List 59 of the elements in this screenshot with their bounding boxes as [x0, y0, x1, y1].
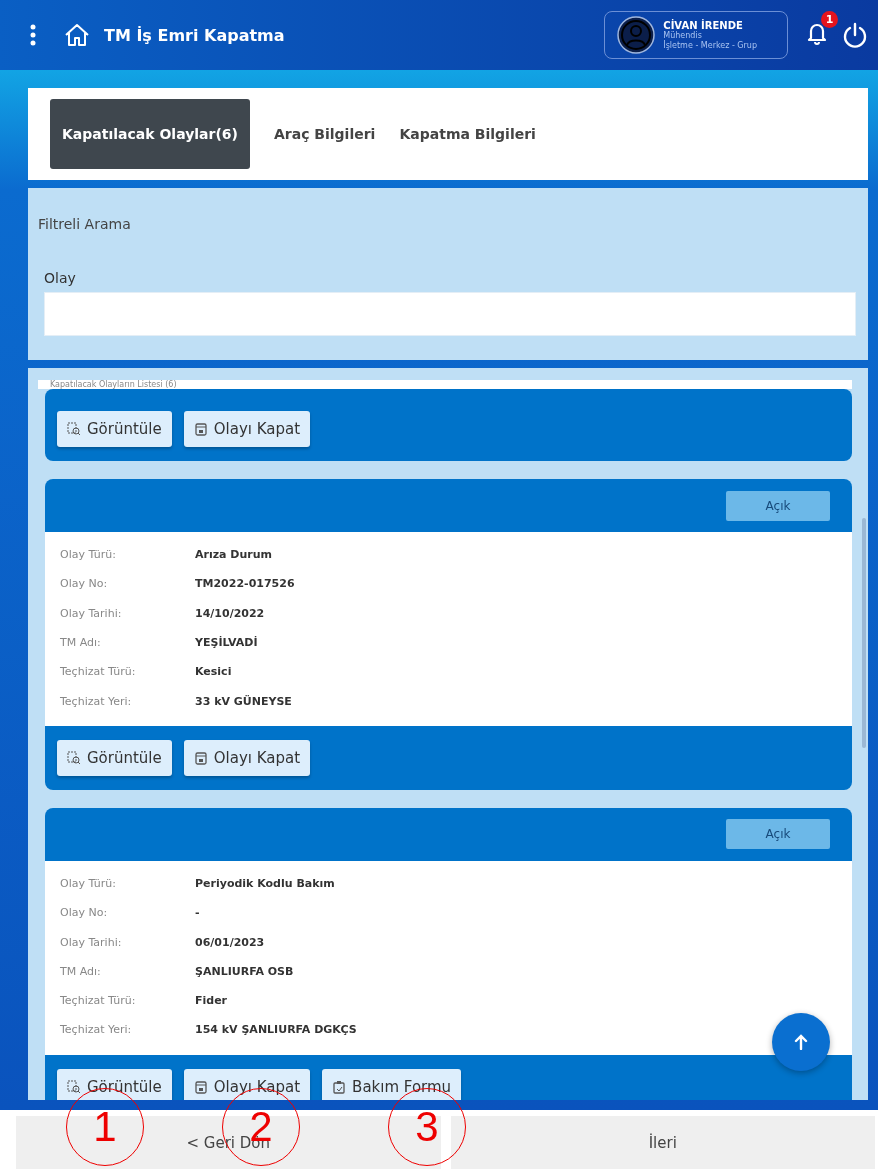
- field-label: Olay Tarihi:: [60, 935, 123, 949]
- menu-icon[interactable]: [30, 24, 36, 46]
- field-label: Olay Türü:: [60, 548, 117, 562]
- user-avatar-icon: [617, 16, 656, 54]
- arrow-up-icon: [794, 1034, 808, 1050]
- field-value: Kesici: [195, 665, 232, 679]
- user-role: Mühendis: [663, 30, 703, 40]
- field-label: Teçhizat Yeri:: [60, 694, 133, 708]
- tab[interactable]: Kapatılacak Olaylar(6): [50, 99, 250, 169]
- document-search-icon: [67, 1079, 81, 1094]
- status-badge: Açık: [726, 490, 830, 521]
- field-value: 06/01/2023: [195, 935, 265, 949]
- close-event-button[interactable]: Olayı Kapat: [183, 1068, 311, 1100]
- document-search-icon: [67, 422, 81, 436]
- next-button[interactable]: İleri: [450, 1116, 875, 1169]
- field-value: -: [195, 906, 200, 920]
- calendar-icon: [193, 1079, 208, 1094]
- event-input-field[interactable]: [44, 292, 856, 336]
- field-value: 154 kV ŞANLIURFA DGKÇS: [195, 1023, 357, 1037]
- calendar-icon: [193, 750, 208, 765]
- field-label: Teçhizat Türü:: [60, 665, 137, 679]
- status-badge: Açık: [726, 819, 830, 850]
- field-value: Fider: [195, 994, 228, 1008]
- field-value: TM2022-017526: [195, 577, 295, 591]
- field-value: Arıza Durum: [195, 548, 273, 562]
- field-label: Olay No:: [60, 906, 109, 920]
- field-label: Olay No:: [60, 577, 109, 591]
- user-unit: İşletme - Merkez - Grup: [663, 40, 757, 51]
- notification-count: 1: [821, 11, 838, 28]
- field-label: Olay Türü:: [60, 876, 117, 890]
- close-event-button[interactable]: Olayı Kapat: [183, 739, 311, 776]
- tab[interactable]: Kapatma Bilgileri: [399, 99, 536, 169]
- clipboard-icon: [332, 1079, 347, 1094]
- view-button[interactable]: Görüntüle: [57, 739, 172, 776]
- field-label: Olay Tarihi:: [60, 606, 123, 620]
- calendar-icon: [193, 422, 208, 436]
- user-name: CİVAN İRENDE: [663, 19, 744, 31]
- power-icon[interactable]: [842, 22, 868, 48]
- field-value: YEŞİLVADİ: [195, 636, 258, 650]
- filter-title: Filtreli Arama: [38, 216, 132, 232]
- field-label: Teçhizat Türü:: [60, 994, 137, 1008]
- field-value: Periyodik Kodlu Bakım: [195, 876, 335, 890]
- close-event-button[interactable]: Olayı Kapat: [183, 411, 311, 447]
- field-label: TM Adı:: [60, 636, 102, 650]
- tab[interactable]: Araç Bilgileri: [273, 99, 376, 169]
- scrollbar[interactable]: [862, 518, 866, 748]
- home-icon[interactable]: [64, 23, 90, 47]
- field-value: ŞANLIURFA OSB: [195, 964, 294, 978]
- document-search-icon: [67, 750, 81, 765]
- view-button[interactable]: Görüntüle: [57, 411, 172, 447]
- field-label: TM Adı:: [60, 964, 102, 978]
- page-title: TM İş Emri Kapatma: [104, 25, 285, 45]
- field-label: Teçhizat Yeri:: [60, 1023, 133, 1037]
- field-label: Olay: [44, 270, 77, 286]
- bell-icon[interactable]: [806, 21, 828, 45]
- field-value: 33 kV GÜNEYSE: [195, 694, 292, 708]
- field-value: 14/10/2022: [195, 606, 265, 620]
- user-profile[interactable]: CİVAN İRENDE Mühendis İşletme - Merkez - Grup: [604, 11, 788, 59]
- list-title: Kapatılacak Olayların Listesi (6): [38, 380, 852, 389]
